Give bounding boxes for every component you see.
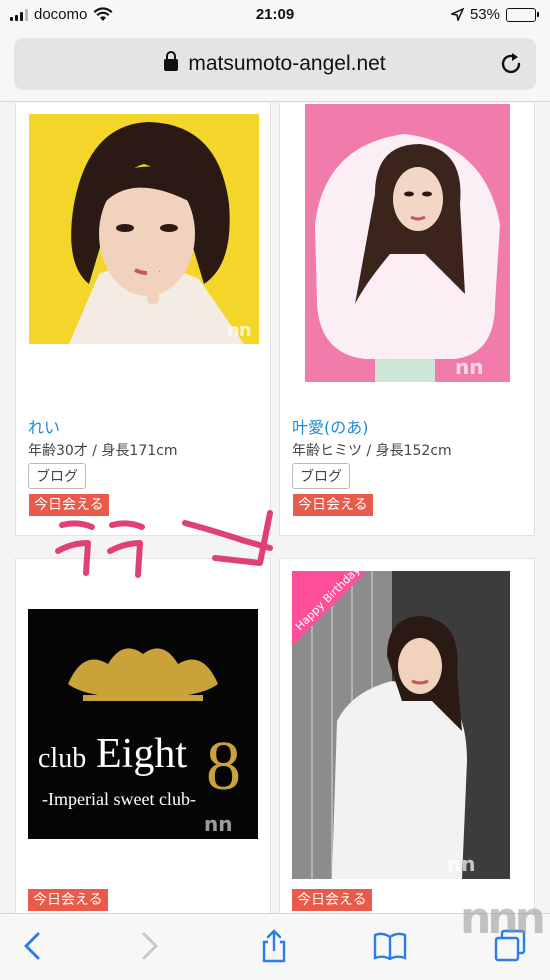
cast-name[interactable]: れい — [28, 414, 60, 438]
club-logo-image[interactable]: club Eight 8 -Imperial sweet club- nn — [28, 609, 258, 839]
handwritten-annotation: ココ — [55, 510, 273, 578]
cast-card-club-eight[interactable]: club Eight 8 -Imperial sweet club- nn 今日… — [15, 558, 271, 913]
reload-icon[interactable] — [498, 51, 524, 77]
cast-profile: 年齢ヒミツ / 身長152cm — [292, 443, 452, 459]
portrait-image: nn — [305, 104, 510, 382]
status-bar: docomo 21:09 53% — [0, 0, 550, 30]
battery-icon — [506, 7, 539, 22]
address-bar[interactable]: matsumoto-angel.net — [14, 38, 536, 90]
club-logo: club Eight 8 -Imperial sweet club- nn — [28, 609, 258, 839]
portrait-image: nn — [29, 114, 259, 344]
watermark: nn — [227, 320, 251, 341]
logo-club-text: club — [38, 743, 86, 774]
bookmarks-icon[interactable] — [372, 928, 408, 964]
screen: docomo 21:09 53% matsumoto-angel.net nn … — [0, 0, 550, 980]
logo-subtitle: -Imperial sweet club- — [42, 789, 196, 809]
portrait-image: Happy Birthday nn — [292, 571, 510, 879]
watermark: nn — [204, 812, 232, 836]
available-today-badge: 今日会える — [28, 889, 108, 911]
location-arrow-icon — [450, 8, 464, 21]
watermark-logo: nnn — [460, 893, 546, 944]
browser-header: matsumoto-angel.net — [0, 30, 550, 102]
cast-list: nn 今日会える nn 今日会える れい 年齢30才 / 身長171cm ブログ… — [0, 103, 550, 913]
cast-profile: 年齢30才 / 身長171cm — [28, 443, 178, 459]
cast-name[interactable]: 叶愛(のあ) — [292, 414, 369, 438]
status-right: 53% — [450, 6, 539, 23]
logo-eight-text: Eight — [96, 731, 187, 777]
address-text-wrap: matsumoto-angel.net — [14, 51, 536, 76]
url-text: matsumoto-angel.net — [188, 52, 386, 75]
logo-eight-numeral: 8 — [206, 728, 241, 805]
lock-icon — [164, 51, 179, 71]
forward-icon[interactable] — [130, 928, 166, 964]
cast-photo-birthday[interactable]: Happy Birthday nn — [292, 571, 510, 879]
blog-button[interactable]: ブログ — [28, 463, 86, 489]
available-today-badge: 今日会える — [292, 889, 372, 911]
back-icon[interactable] — [16, 928, 52, 964]
battery-percent: 53% — [469, 6, 500, 23]
share-icon[interactable] — [256, 928, 292, 964]
cast-photo-rei[interactable]: nn — [29, 114, 259, 344]
watermark: nn — [455, 355, 483, 379]
cast-photo-noa[interactable]: nn — [305, 104, 510, 382]
available-today-badge: 今日会える — [293, 494, 373, 516]
cast-card-birthday[interactable]: Happy Birthday nn 今日会える — [279, 558, 535, 913]
blog-button[interactable]: ブログ — [292, 463, 350, 489]
watermark: nn — [447, 852, 475, 876]
